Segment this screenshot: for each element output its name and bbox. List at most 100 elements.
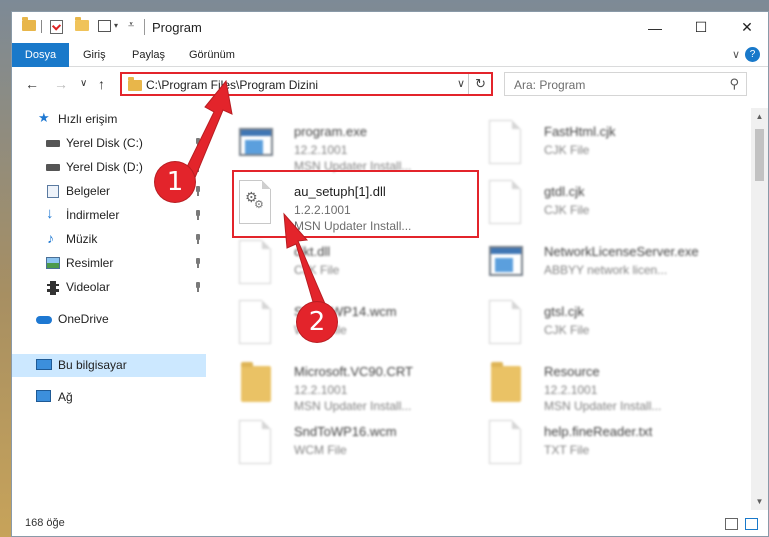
forward-button[interactable]: → — [54, 76, 68, 92]
status-bar: 168 öğe — [12, 512, 768, 536]
tab-giris[interactable]: Giriş — [83, 43, 106, 67]
search-icon[interactable]: ⚲ — [729, 76, 739, 92]
videos-icon — [47, 281, 59, 295]
minimize-button[interactable]: — — [632, 12, 678, 43]
tab-dosya[interactable]: Dosya — [12, 43, 69, 67]
pin-icon[interactable] — [194, 258, 202, 268]
file-item[interactable]: gtsl.cjk CJK File — [476, 298, 726, 354]
help-icon[interactable]: ? — [745, 47, 760, 62]
maximize-button[interactable]: ☐ — [678, 12, 724, 43]
pin-icon[interactable] — [194, 162, 202, 172]
sidebar-item-label: Hızlı erişim — [58, 112, 118, 126]
file-icon — [239, 420, 273, 466]
folder-icon — [239, 360, 273, 406]
file-name: help.fineReader.txt — [544, 424, 653, 439]
sidebar-item-label: Yerel Disk (D:) — [66, 160, 143, 174]
search-input[interactable]: Ara: Program ⚲ — [504, 72, 747, 96]
sidebar-item-label: Müzik — [66, 232, 98, 246]
file-item[interactable]: SndToWP16.wcm WCM File — [226, 418, 476, 474]
item-count: 168 öğe — [25, 517, 65, 529]
recent-locations-button[interactable]: ∨ — [80, 78, 87, 89]
divider — [41, 20, 42, 33]
scroll-down-icon[interactable]: ▼ — [751, 493, 768, 510]
file-details: CJK File — [544, 323, 590, 337]
network-icon — [36, 390, 51, 402]
new-folder-icon[interactable] — [75, 17, 89, 31]
sidebar-item-pictures[interactable]: Resimler — [12, 252, 206, 275]
file-name: gtsl.cjk — [544, 304, 584, 319]
customize-toolbar-icon[interactable]: ⩡ — [128, 19, 134, 32]
file-details: CJK File — [544, 203, 590, 217]
file-item[interactable]: FastHtml.cjk CJK File — [476, 118, 726, 174]
step-1-badge: 1 — [155, 162, 195, 202]
sidebar-item-downloads[interactable]: ↓ İndirmeler — [12, 204, 206, 227]
sidebar-item-label: Resimler — [66, 256, 114, 270]
address-path[interactable]: C:\Program Files\Program Dizini — [146, 78, 318, 92]
scrollbar-thumb[interactable] — [755, 129, 764, 181]
properties-icon[interactable] — [50, 20, 63, 34]
sidebar-item-label: OneDrive — [58, 312, 109, 326]
divider — [468, 74, 469, 94]
documents-icon — [47, 185, 59, 198]
pin-icon[interactable] — [194, 138, 202, 148]
sidebar-item-network[interactable]: Ağ — [12, 386, 206, 409]
large-icons-view-icon[interactable] — [745, 518, 758, 530]
exe-file-icon — [489, 240, 523, 286]
computer-icon — [36, 359, 52, 370]
sidebar-item-music[interactable]: ♪ Müzik — [12, 228, 206, 251]
file-item[interactable]: Resource 12.2.1001 MSN Updater Install... — [476, 358, 726, 414]
file-name: SndToWP16.wcm — [294, 424, 397, 439]
ribbon-tabs: Dosya Giriş Paylaş Görünüm ∨ ? — [12, 43, 768, 67]
pin-icon[interactable] — [194, 234, 202, 244]
file-item[interactable]: NetworkLicenseServer.exe ABBYY network l… — [476, 238, 726, 294]
sidebar-item-this-pc[interactable]: Bu bilgisayar — [12, 354, 206, 377]
refresh-icon[interactable]: ↻ — [475, 76, 486, 92]
ribbon-collapse-icon[interactable]: ∨ — [732, 48, 740, 61]
address-bar[interactable]: C:\Program Files\Program Dizini ∨ ↻ — [120, 72, 493, 96]
view-options-icon[interactable] — [98, 20, 111, 32]
file-item[interactable]: gtdl.cjk CJK File — [476, 178, 726, 234]
cloud-icon — [36, 316, 52, 324]
vertical-scrollbar[interactable]: ▲ ▼ — [751, 108, 768, 510]
file-name: Microsoft.VC90.CRT — [294, 364, 413, 379]
step-2-badge: 2 — [297, 302, 337, 342]
file-details: ABBYY network licen... — [544, 263, 668, 277]
back-button[interactable]: ← — [25, 76, 39, 92]
sidebar-item-videos[interactable]: Videolar — [12, 276, 206, 299]
up-button[interactable]: ↑ — [98, 76, 105, 92]
file-details: CJK File — [294, 263, 340, 277]
tab-paylas[interactable]: Paylaş — [132, 43, 165, 67]
file-item[interactable]: SndToWP14.wcm WCM File — [226, 298, 476, 354]
file-details: TXT File — [544, 443, 590, 457]
sidebar-item-onedrive[interactable]: OneDrive — [12, 308, 206, 331]
file-item[interactable]: Microsoft.VC90.CRT 12.2.1001 MSN Updater … — [226, 358, 476, 414]
pin-icon[interactable] — [194, 186, 202, 196]
sidebar-item-disk-c[interactable]: Yerel Disk (C:) — [12, 132, 206, 155]
download-icon: ↓ — [46, 205, 54, 222]
file-details: 12.2.1001 MSN Updater Install... — [294, 383, 412, 413]
sidebar-item-quick-access[interactable]: ★ Hızlı erişim — [12, 108, 206, 131]
file-details: CJK File — [544, 143, 590, 157]
sidebar-item-label: Ağ — [58, 390, 73, 404]
chevron-down-icon[interactable]: ∨ — [457, 77, 465, 90]
tab-gorunum[interactable]: Görünüm — [189, 43, 235, 67]
sidebar-item-label: Bu bilgisayar — [58, 358, 127, 372]
explorer-window: ▾ ⩡ Program — ☐ ✕ Dosya Giriş Paylaş Gör… — [11, 11, 769, 537]
file-name: gtdl.cjk — [544, 184, 585, 199]
file-details: WCM File — [294, 443, 347, 457]
pin-icon[interactable] — [194, 282, 202, 292]
chevron-down-icon[interactable]: ▾ — [114, 21, 118, 30]
scroll-up-icon[interactable]: ▲ — [751, 108, 768, 125]
sidebar-item-label: Belgeler — [66, 184, 111, 198]
file-item[interactable]: program.exe 12.2.1001 MSN Updater Install… — [226, 118, 476, 174]
details-view-icon[interactable] — [725, 518, 738, 530]
file-icon — [239, 240, 273, 286]
search-placeholder: Ara: Program — [514, 78, 586, 92]
folder-icon — [22, 17, 36, 31]
pin-icon[interactable] — [194, 210, 202, 220]
window-title: Program — [152, 20, 202, 35]
file-item[interactable]: cjkt.dll CJK File — [226, 238, 476, 294]
close-button[interactable]: ✕ — [724, 12, 768, 43]
file-item[interactable]: help.fineReader.txt TXT File — [476, 418, 726, 474]
sidebar-item-label: Videolar — [66, 280, 110, 294]
